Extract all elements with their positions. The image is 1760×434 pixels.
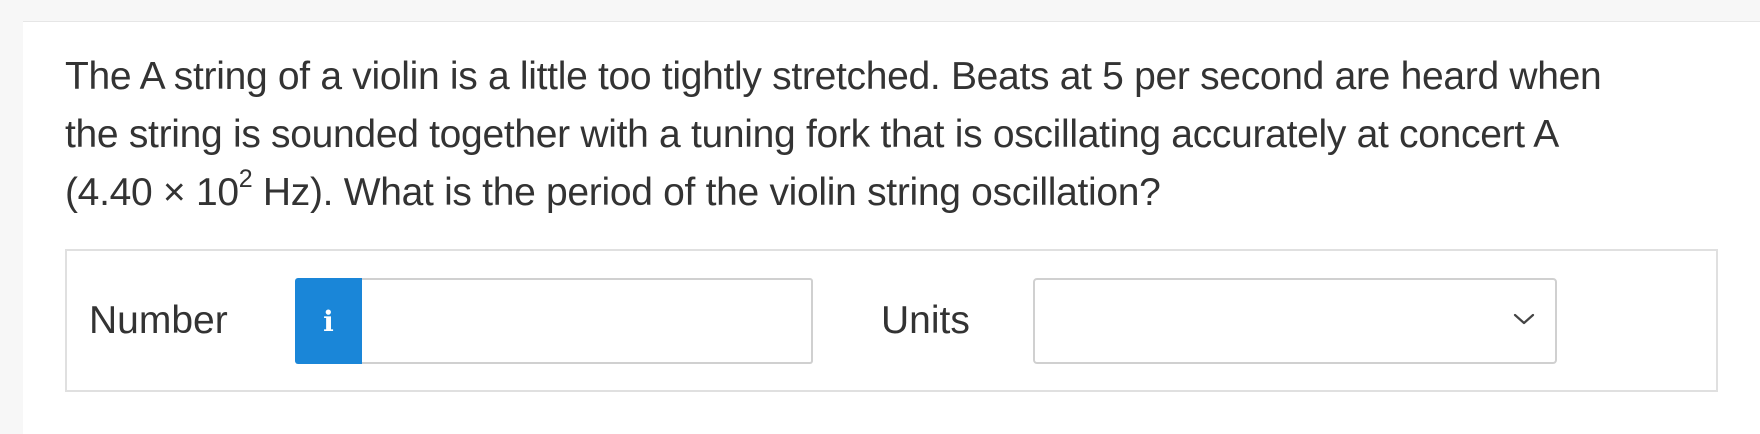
answer-box: Number i Units [65, 249, 1718, 392]
question-line-3-start: (4.40 × 10 [65, 171, 239, 214]
question-line-3-end: Hz). What is the period of the violin st… [252, 171, 1161, 214]
question-text: The A string of a violin is a little too… [65, 48, 1745, 222]
exponent: 2 [238, 165, 253, 193]
question-line-1: The A string of a violin is a little too… [65, 55, 1602, 98]
question-panel: The A string of a violin is a little too… [23, 21, 1760, 434]
question-line-2: the string is sounded together with a tu… [65, 113, 1559, 156]
units-label: Units [881, 299, 970, 342]
info-icon: i [323, 304, 334, 338]
units-dropdown[interactable] [1033, 278, 1557, 364]
chevron-down-icon [1513, 313, 1535, 325]
number-input[interactable] [362, 278, 813, 364]
info-button[interactable]: i [295, 278, 362, 364]
number-label: Number [89, 299, 228, 342]
